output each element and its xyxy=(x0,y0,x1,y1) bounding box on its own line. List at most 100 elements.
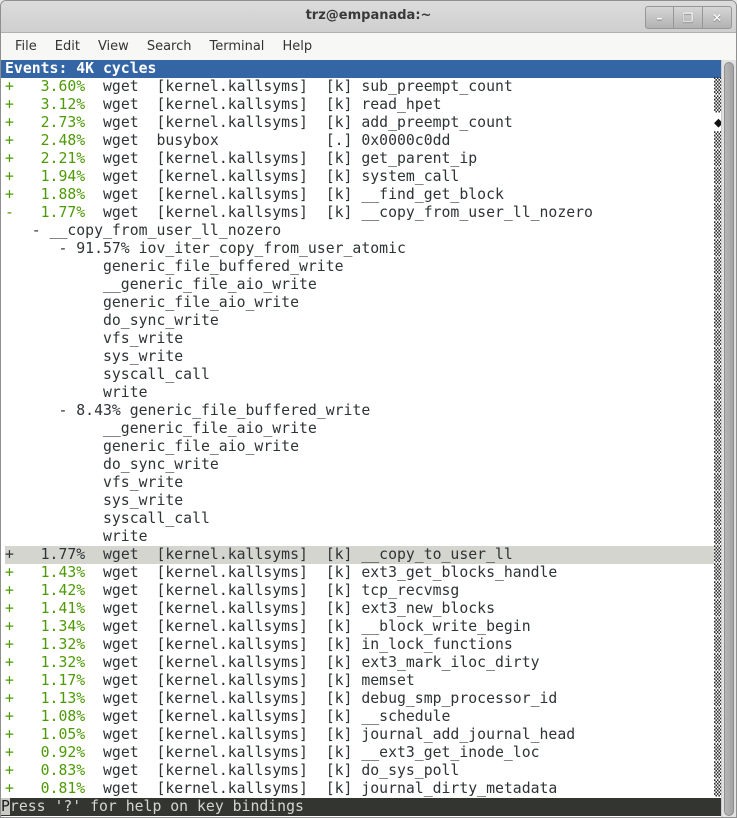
entry-marker-pct: + 2.48% xyxy=(5,132,85,149)
perf-callchain-row[interactable]: syscall_call▒ xyxy=(1,510,723,528)
entry-detail: wget [kernel.kallsyms] [k] system_call xyxy=(85,168,459,185)
perf-entry-row[interactable]: + 1.94% wget [kernel.kallsyms] [k] syste… xyxy=(1,168,723,186)
perf-callchain-row[interactable]: do_sync_write▒ xyxy=(1,312,723,330)
perf-entry-row[interactable]: + 1.88% wget [kernel.kallsyms] [k] __fin… xyxy=(1,186,723,204)
row-text: + 3.12% wget [kernel.kallsyms] [k] read_… xyxy=(5,96,714,114)
row-text: + 3.60% wget [kernel.kallsyms] [k] sub_p… xyxy=(5,78,714,96)
perf-entry-row[interactable]: - 1.77% wget [kernel.kallsyms] [k] __cop… xyxy=(1,204,723,222)
entry-marker-pct: + 1.34% xyxy=(5,618,85,635)
row-text: syscall_call xyxy=(5,366,714,384)
perf-callchain-row[interactable]: vfs_write▒ xyxy=(1,330,723,348)
perf-callchain-row[interactable]: generic_file_aio_write▒ xyxy=(1,294,723,312)
perf-entry-row[interactable]: + 1.42% wget [kernel.kallsyms] [k] tcp_r… xyxy=(1,582,723,600)
status-text: ress '?' for help on key bindings xyxy=(10,798,304,815)
perf-entry-row[interactable]: + 2.73% wget [kernel.kallsyms] [k] add_p… xyxy=(1,114,723,132)
callchain-text: syscall_call xyxy=(5,366,210,383)
perf-callchain-row[interactable]: __generic_file_aio_write▒ xyxy=(1,276,723,294)
callchain-text: generic_file_aio_write xyxy=(5,438,299,455)
scrollbar-thumb[interactable] xyxy=(724,62,734,816)
callchain-text: generic_file_aio_write xyxy=(5,294,299,311)
perf-callchain-row[interactable]: sys_write▒ xyxy=(1,492,723,510)
perf-callchain-row[interactable]: __generic_file_aio_write▒ xyxy=(1,420,723,438)
perf-callchain-row[interactable]: generic_file_aio_write▒ xyxy=(1,438,723,456)
perf-callchain-row[interactable]: syscall_call▒ xyxy=(1,366,723,384)
maximize-button[interactable]: ❐ xyxy=(674,6,703,29)
perf-entry-row[interactable]: + 3.60% wget [kernel.kallsyms] [k] sub_p… xyxy=(1,78,723,96)
row-text: write xyxy=(5,384,714,402)
menu-help[interactable]: Help xyxy=(273,35,321,58)
entry-marker-pct: + 3.12% xyxy=(5,96,85,113)
minimize-icon: – xyxy=(657,12,663,24)
perf-entry-row[interactable]: + 1.77% wget [kernel.kallsyms] [k] __cop… xyxy=(1,546,723,564)
entry-detail: wget [kernel.kallsyms] [k] __copy_from_u… xyxy=(85,204,593,221)
perf-entry-row[interactable]: + 1.32% wget [kernel.kallsyms] [k] ext3_… xyxy=(1,654,723,672)
scrollbar-track[interactable] xyxy=(721,60,736,818)
perf-entry-row[interactable]: + 2.48% wget busybox [.] 0x0000c0dd▒ xyxy=(1,132,723,150)
menu-terminal[interactable]: Terminal xyxy=(200,35,273,58)
perf-entry-row[interactable]: + 1.08% wget [kernel.kallsyms] [k] __sch… xyxy=(1,708,723,726)
status-bar: Press '?' for help on key bindings xyxy=(1,798,723,816)
menu-view[interactable]: View xyxy=(89,35,138,58)
menu-search[interactable]: Search xyxy=(138,35,201,58)
row-text: + 1.08% wget [kernel.kallsyms] [k] __sch… xyxy=(5,708,714,726)
perf-callchain-row[interactable]: - 91.57% iov_iter_copy_from_user_atomic▒ xyxy=(1,240,723,258)
perf-callchain-row[interactable]: do_sync_write▒ xyxy=(1,456,723,474)
perf-entry-row[interactable]: + 3.12% wget [kernel.kallsyms] [k] read_… xyxy=(1,96,723,114)
row-text: + 0.81% wget [kernel.kallsyms] [k] journ… xyxy=(5,780,714,798)
row-text: write xyxy=(5,528,714,546)
perf-callchain-row[interactable]: - 8.43% generic_file_buffered_write▒ xyxy=(1,402,723,420)
callchain-text: write xyxy=(5,528,148,545)
perf-entry-row[interactable]: + 1.34% wget [kernel.kallsyms] [k] __blo… xyxy=(1,618,723,636)
row-text: + 1.13% wget [kernel.kallsyms] [k] debug… xyxy=(5,690,714,708)
entry-marker-pct: + 0.92% xyxy=(5,744,85,761)
entry-detail: wget [kernel.kallsyms] [k] add_preempt_c… xyxy=(85,114,513,131)
perf-entry-row[interactable]: + 1.32% wget [kernel.kallsyms] [k] in_lo… xyxy=(1,636,723,654)
perf-entry-row[interactable]: + 1.43% wget [kernel.kallsyms] [k] ext3_… xyxy=(1,564,723,582)
perf-entry-row[interactable]: + 0.83% wget [kernel.kallsyms] [k] do_sy… xyxy=(1,762,723,780)
perf-callchain-row[interactable]: write▒ xyxy=(1,384,723,402)
row-text: + 1.34% wget [kernel.kallsyms] [k] __blo… xyxy=(5,618,714,636)
menu-file[interactable]: File xyxy=(6,35,46,58)
perf-entry-row[interactable]: + 0.81% wget [kernel.kallsyms] [k] journ… xyxy=(1,780,723,798)
terminal-screen[interactable]: Events: 4K cycles + 3.60% wget [kernel.k… xyxy=(1,60,736,818)
window-title: trz@empanada:~ xyxy=(1,8,736,23)
menu-edit[interactable]: Edit xyxy=(46,35,89,58)
row-text: + 1.77% wget [kernel.kallsyms] [k] __cop… xyxy=(5,546,714,564)
minimize-button[interactable]: – xyxy=(645,6,674,29)
row-text: + 2.48% wget busybox [.] 0x0000c0dd xyxy=(5,132,714,150)
perf-callchain-row[interactable]: sys_write▒ xyxy=(1,348,723,366)
row-text: sys_write xyxy=(5,348,714,366)
entry-marker-pct: + 1.13% xyxy=(5,690,85,707)
terminal-window: trz@empanada:~ – ❐ ✕ FileEditViewSearchTer… xyxy=(0,0,737,818)
entry-detail: wget [kernel.kallsyms] [k] ext3_get_bloc… xyxy=(85,564,557,581)
entry-detail: wget [kernel.kallsyms] [k] tcp_recvmsg xyxy=(85,582,459,599)
entry-detail: wget [kernel.kallsyms] [k] sub_preempt_c… xyxy=(85,78,513,95)
row-text: + 2.73% wget [kernel.kallsyms] [k] add_p… xyxy=(5,114,714,132)
perf-entry-row[interactable]: + 2.21% wget [kernel.kallsyms] [k] get_p… xyxy=(1,150,723,168)
perf-callchain-row[interactable]: write▒ xyxy=(1,528,723,546)
perf-callchain-row[interactable]: - __copy_from_user_ll_nozero▒ xyxy=(1,222,723,240)
perf-entry-row[interactable]: + 1.13% wget [kernel.kallsyms] [k] debug… xyxy=(1,690,723,708)
callchain-text: do_sync_write xyxy=(5,312,219,329)
row-text: do_sync_write xyxy=(5,456,714,474)
perf-entry-row[interactable]: + 1.41% wget [kernel.kallsyms] [k] ext3_… xyxy=(1,600,723,618)
entry-detail: wget [kernel.kallsyms] [k] do_sys_poll xyxy=(85,762,459,779)
close-button[interactable]: ✕ xyxy=(703,6,732,29)
perf-entry-row[interactable]: + 1.05% wget [kernel.kallsyms] [k] journ… xyxy=(1,726,723,744)
title-bar[interactable]: trz@empanada:~ – ❐ ✕ xyxy=(1,1,736,33)
entry-marker-pct: + 0.81% xyxy=(5,780,85,797)
perf-entry-row[interactable]: + 1.17% wget [kernel.kallsyms] [k] memse… xyxy=(1,672,723,690)
perf-callchain-row[interactable]: generic_file_buffered_write▒ xyxy=(1,258,723,276)
callchain-text: sys_write xyxy=(5,492,183,509)
maximize-icon: ❐ xyxy=(683,12,694,24)
entry-marker-pct: + 1.77% xyxy=(5,546,85,563)
perf-rows: + 3.60% wget [kernel.kallsyms] [k] sub_p… xyxy=(1,78,723,798)
entry-detail: wget [kernel.kallsyms] [k] __block_write… xyxy=(85,618,530,635)
perf-callchain-row[interactable]: vfs_write▒ xyxy=(1,474,723,492)
perf-entry-row[interactable]: + 0.92% wget [kernel.kallsyms] [k] __ext… xyxy=(1,744,723,762)
entry-detail: wget [kernel.kallsyms] [k] read_hpet xyxy=(85,96,441,113)
row-text: + 1.32% wget [kernel.kallsyms] [k] in_lo… xyxy=(5,636,714,654)
entry-marker-pct: + 3.60% xyxy=(5,78,85,95)
entry-detail: wget [kernel.kallsyms] [k] __copy_to_use… xyxy=(85,546,513,563)
entry-detail: wget [kernel.kallsyms] [k] __find_get_bl… xyxy=(85,186,504,203)
